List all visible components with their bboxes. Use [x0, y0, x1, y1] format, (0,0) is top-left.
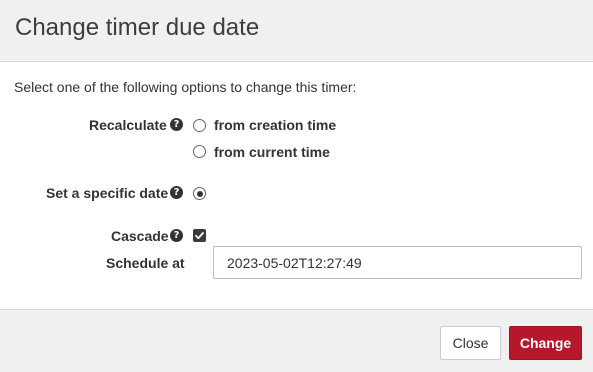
change-timer-dialog: Change timer due date Select one of the …: [0, 0, 593, 372]
radio-label-from-creation-time[interactable]: from creation time: [214, 117, 336, 133]
schedule-at-label: Schedule at: [106, 255, 185, 271]
specific-date-label: Set a specific date: [46, 185, 169, 201]
cascade-checkbox[interactable]: [193, 229, 206, 242]
dialog-footer: [0, 309, 593, 372]
close-button[interactable]: Close: [440, 326, 501, 360]
checkmark-icon: [195, 232, 204, 240]
change-button[interactable]: Change: [509, 326, 582, 360]
dialog-header: Change timer due date: [0, 0, 593, 62]
specific-date-help-icon[interactable]: ?: [170, 186, 183, 199]
recalculate-help-icon[interactable]: ?: [170, 118, 183, 131]
schedule-at-input[interactable]: [213, 246, 582, 279]
dialog-title: Change timer due date: [15, 14, 260, 41]
recalculate-label: Recalculate: [89, 117, 167, 133]
cascade-label: Cascade: [111, 228, 169, 244]
radio-label-from-current-time[interactable]: from current time: [214, 144, 330, 160]
radio-from-current-time[interactable]: [193, 145, 206, 158]
cascade-help-icon[interactable]: ?: [170, 229, 183, 242]
dialog-intro-text: Select one of the following options to c…: [14, 79, 357, 95]
radio-set-specific-date[interactable]: [193, 187, 206, 200]
radio-from-creation-time[interactable]: [193, 119, 206, 132]
